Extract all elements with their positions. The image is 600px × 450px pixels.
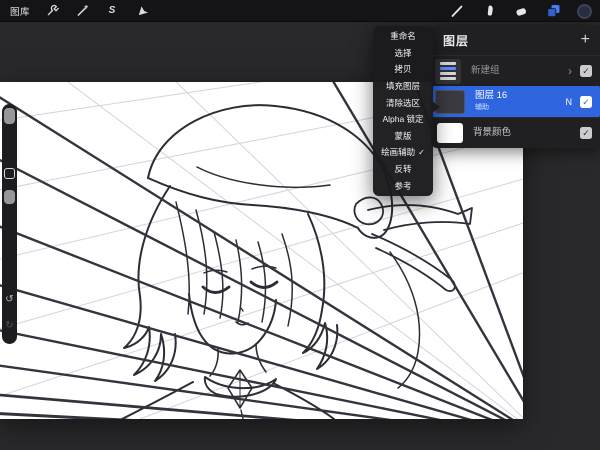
layer-visibility-checkbox[interactable]: ✓	[580, 96, 592, 108]
brush-button[interactable]	[449, 3, 465, 19]
assist-badge: 辅助	[475, 103, 507, 113]
group-thumbnail	[435, 59, 461, 84]
menu-item-reference[interactable]: 参考	[373, 177, 433, 194]
layers-panel-header: 图层 +	[431, 25, 600, 55]
brush-icon	[450, 4, 464, 18]
magic-wand-icon	[76, 4, 89, 17]
smudge-finger-icon	[483, 4, 496, 18]
smudge-button[interactable]	[481, 3, 497, 19]
layers-panel-title: 图层	[443, 32, 469, 49]
layer-row-selected[interactable]: 图层 16 辅助 N ✓	[431, 86, 600, 117]
menu-item-rename[interactable]: 重命名	[373, 28, 433, 45]
layer-label: 背景颜色	[473, 128, 511, 138]
redo-button[interactable]: ↻	[2, 320, 17, 331]
layer-visibility-checkbox[interactable]: ✓	[580, 127, 592, 139]
layer-row-background[interactable]: 背景颜色 ✓	[431, 117, 600, 148]
cursor-arrow-icon	[136, 4, 149, 17]
menu-pointer-arrow	[431, 100, 440, 114]
layer-options-menu: 重命名 选择 拷贝 填充图层 清除选区 Alpha 锁定 蒙版 绘画辅助 ✓ 反…	[373, 26, 433, 196]
checkmark-icon: ✓	[418, 148, 425, 157]
menu-item-select[interactable]: 选择	[373, 45, 433, 62]
layer-visibility-checkbox[interactable]: ✓	[580, 65, 592, 77]
active-color-swatch[interactable]	[577, 4, 592, 19]
blend-mode-button[interactable]: N	[566, 97, 573, 107]
transform-button[interactable]	[134, 3, 150, 19]
procreate-workspace: 图库 S	[0, 0, 600, 450]
gallery-button[interactable]: 图库	[10, 4, 30, 18]
menu-item-mask[interactable]: 蒙版	[373, 128, 433, 145]
layers-panel: 图层 + 新建组 › ✓ 图层 16 辅助 N ✓	[431, 25, 600, 148]
eraser-icon	[514, 5, 528, 18]
background-thumbnail	[437, 123, 463, 143]
menu-item-alpha-lock[interactable]: Alpha 锁定	[373, 111, 433, 128]
menu-item-fill-layer[interactable]: 填充图层	[373, 78, 433, 95]
top-toolbar: 图库 S	[0, 0, 600, 22]
brush-opacity-slider[interactable]	[4, 190, 15, 204]
eraser-button[interactable]	[513, 3, 529, 19]
actions-button[interactable]	[44, 3, 60, 19]
sidebar-sliders: ↺ ↻	[2, 104, 17, 344]
menu-item-copy[interactable]: 拷贝	[373, 61, 433, 78]
menu-item-drawing-assist[interactable]: 绘画辅助 ✓	[373, 144, 433, 161]
menu-item-invert[interactable]: 反转	[373, 161, 433, 178]
undo-button[interactable]: ↺	[2, 294, 17, 305]
layer-label: 新建组	[471, 66, 500, 76]
selection-button[interactable]: S	[104, 3, 120, 19]
chevron-right-icon[interactable]: ›	[568, 66, 572, 76]
add-layer-button[interactable]: +	[581, 32, 590, 48]
selection-s-icon: S	[109, 5, 116, 16]
layers-button[interactable]	[545, 3, 561, 19]
wrench-icon	[46, 4, 59, 17]
adjustments-button[interactable]	[74, 3, 90, 19]
layers-icon	[546, 4, 561, 18]
menu-item-clear-selection[interactable]: 清除选区	[373, 94, 433, 111]
layer-label: 图层 16 辅助	[475, 91, 507, 113]
modify-button[interactable]	[4, 168, 15, 179]
layer-row-group[interactable]: 新建组 › ✓	[431, 55, 600, 86]
brush-size-slider[interactable]	[4, 108, 15, 124]
